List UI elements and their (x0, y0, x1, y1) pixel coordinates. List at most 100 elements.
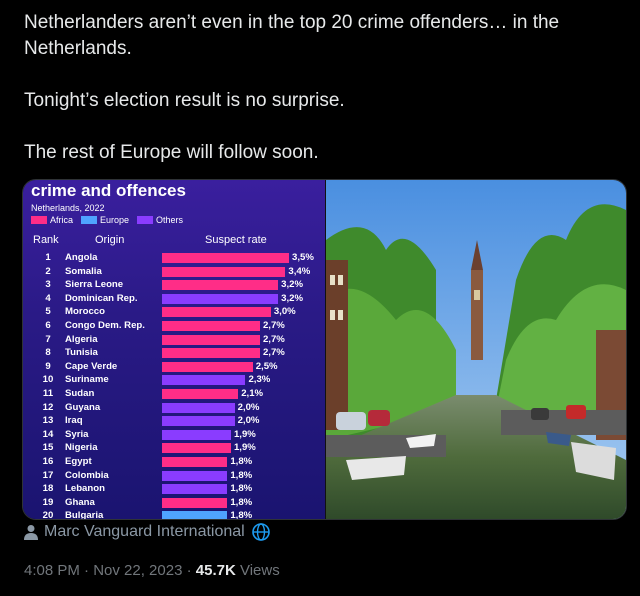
country-label: Lebanon (65, 483, 105, 495)
chart-row: 4 Dominican Rep. 3,2% (23, 292, 325, 306)
rank-label: 20 (42, 510, 54, 520)
chart-row: 1 Angola 3,5% (23, 251, 325, 265)
rank-label: 4 (45, 292, 51, 304)
column-header-rate: Suspect rate (205, 234, 267, 246)
rank-label: 7 (45, 333, 51, 345)
chart-row: 8 Tunisia 2,7% (23, 346, 325, 360)
value-label: 1,9% (233, 442, 256, 454)
rank-label: 6 (45, 319, 51, 331)
bar (162, 320, 260, 331)
country-label: Iraq (65, 415, 83, 427)
chart-row: 20 Bulgaria 1,8% (23, 509, 325, 520)
chart-row: 18 Lebanon 1,8% (23, 482, 325, 496)
value-label: 1,8% (230, 510, 253, 520)
country-label: Morocco (65, 306, 105, 318)
bar (162, 334, 260, 345)
infographic-subtitle: Netherlands, 2022 (31, 203, 105, 213)
country-label: Sudan (65, 387, 95, 399)
legend: Africa Europe Others (31, 215, 183, 225)
country-label: Guyana (65, 401, 101, 413)
chart-row: 12 Guyana 2,0% (23, 401, 325, 415)
legend-swatch-europe (81, 216, 98, 224)
bar (162, 402, 235, 413)
country-label: Ghana (65, 496, 95, 508)
tweet-line-1: Netherlanders aren’t even in the top 20 … (24, 12, 560, 59)
rank-label: 12 (42, 401, 54, 413)
bar (162, 416, 235, 427)
tweet-line-3: The rest of Europe will follow soon. (24, 142, 319, 163)
crime-infographic[interactable]: crime and offences Netherlands, 2022 Afr… (23, 180, 325, 519)
country-label: Dominican Rep. (65, 292, 138, 304)
value-label: 3,5% (292, 252, 314, 263)
globe-icon (251, 523, 270, 541)
chart-row: 13 Iraq 2,0% (23, 414, 325, 428)
chart-row: 17 Colombia 1,8% (23, 469, 325, 483)
country-label: Tunisia (65, 347, 98, 359)
bar (162, 497, 228, 508)
bar (162, 456, 228, 467)
bar (162, 470, 228, 481)
legend-item-africa: Africa (31, 215, 73, 225)
rank-label: 19 (42, 496, 54, 508)
views-count: 45.7K (195, 562, 236, 579)
rank-label: 16 (42, 455, 54, 467)
bar (162, 307, 271, 318)
value-label: 2,1% (241, 387, 264, 399)
value-label: 3,2% (281, 279, 303, 291)
bar (162, 511, 228, 519)
country-label: Sierra Leone (65, 279, 124, 291)
legend-item-others: Others (137, 215, 183, 225)
bar (162, 429, 231, 440)
author-name[interactable]: Marc Vanguard International (44, 523, 245, 541)
country-label: Bulgaria (65, 510, 104, 520)
chart-row: 15 Nigeria 1,9% (23, 441, 325, 455)
rank-label: 5 (45, 306, 51, 318)
rank-label: 18 (42, 483, 54, 495)
views-label: Views (239, 562, 280, 579)
value-label: 2,7% (262, 333, 285, 345)
value-label: 1,8% (230, 469, 253, 481)
rank-label: 17 (42, 469, 54, 481)
tweet-meta: 4:08 PM · Nov 22, 2023 · 45.7K Views (24, 562, 280, 579)
bar (162, 375, 246, 386)
timestamp[interactable]: 4:08 PM · Nov 22, 2023 · (24, 562, 192, 579)
country-label: Nigeria (65, 442, 98, 454)
value-label: 2,0% (237, 415, 260, 427)
legend-swatch-others (137, 216, 154, 224)
value-label: 2,0% (237, 401, 260, 413)
canal-photo (326, 180, 626, 519)
column-header-rank: Rank (33, 234, 59, 246)
rank-label: 11 (42, 387, 54, 399)
country-label: Cape Verde (65, 360, 118, 372)
chart-row: 6 Congo Dem. Rep. 2,7% (23, 319, 325, 333)
country-label: Colombia (65, 469, 109, 481)
bar (162, 443, 231, 454)
country-label: Congo Dem. Rep. (65, 319, 145, 331)
bar (162, 348, 260, 359)
rank-label: 8 (45, 347, 51, 359)
column-header-origin: Origin (95, 234, 125, 246)
country-label: Somalia (65, 265, 102, 277)
tweet-text: Netherlanders aren’t even in the top 20 … (24, 10, 624, 166)
rank-label: 9 (45, 360, 51, 372)
bar (162, 293, 279, 304)
legend-label-others: Others (156, 215, 184, 225)
chart-row: 16 Egypt 1,8% (23, 455, 325, 469)
value-label: 2,7% (262, 347, 285, 359)
rank-label: 15 (42, 442, 54, 454)
chart-row: 7 Algeria 2,7% (23, 333, 325, 347)
tweet-line-2: Tonight’s election result is no surprise… (24, 90, 345, 111)
chart-rows: 1 Angola 3,5% 2 Somalia 3,4% 3 Sierra Leone 3,2%… (23, 251, 325, 520)
author-row[interactable]: Marc Vanguard International (24, 522, 271, 542)
rank-label: 10 (42, 374, 54, 386)
rank-label: 1 (45, 252, 51, 263)
value-label: 2,5% (255, 360, 278, 372)
country-label: Suriname (65, 374, 109, 386)
value-label: 1,8% (230, 483, 253, 495)
value-label: 2,3% (248, 374, 271, 386)
tweet-media[interactable]: crime and offences Netherlands, 2022 Afr… (22, 179, 627, 520)
legend-label-europe: Europe (100, 215, 130, 225)
infographic-title: crime and offences (31, 181, 186, 200)
bar (162, 361, 253, 372)
bar (162, 266, 286, 277)
